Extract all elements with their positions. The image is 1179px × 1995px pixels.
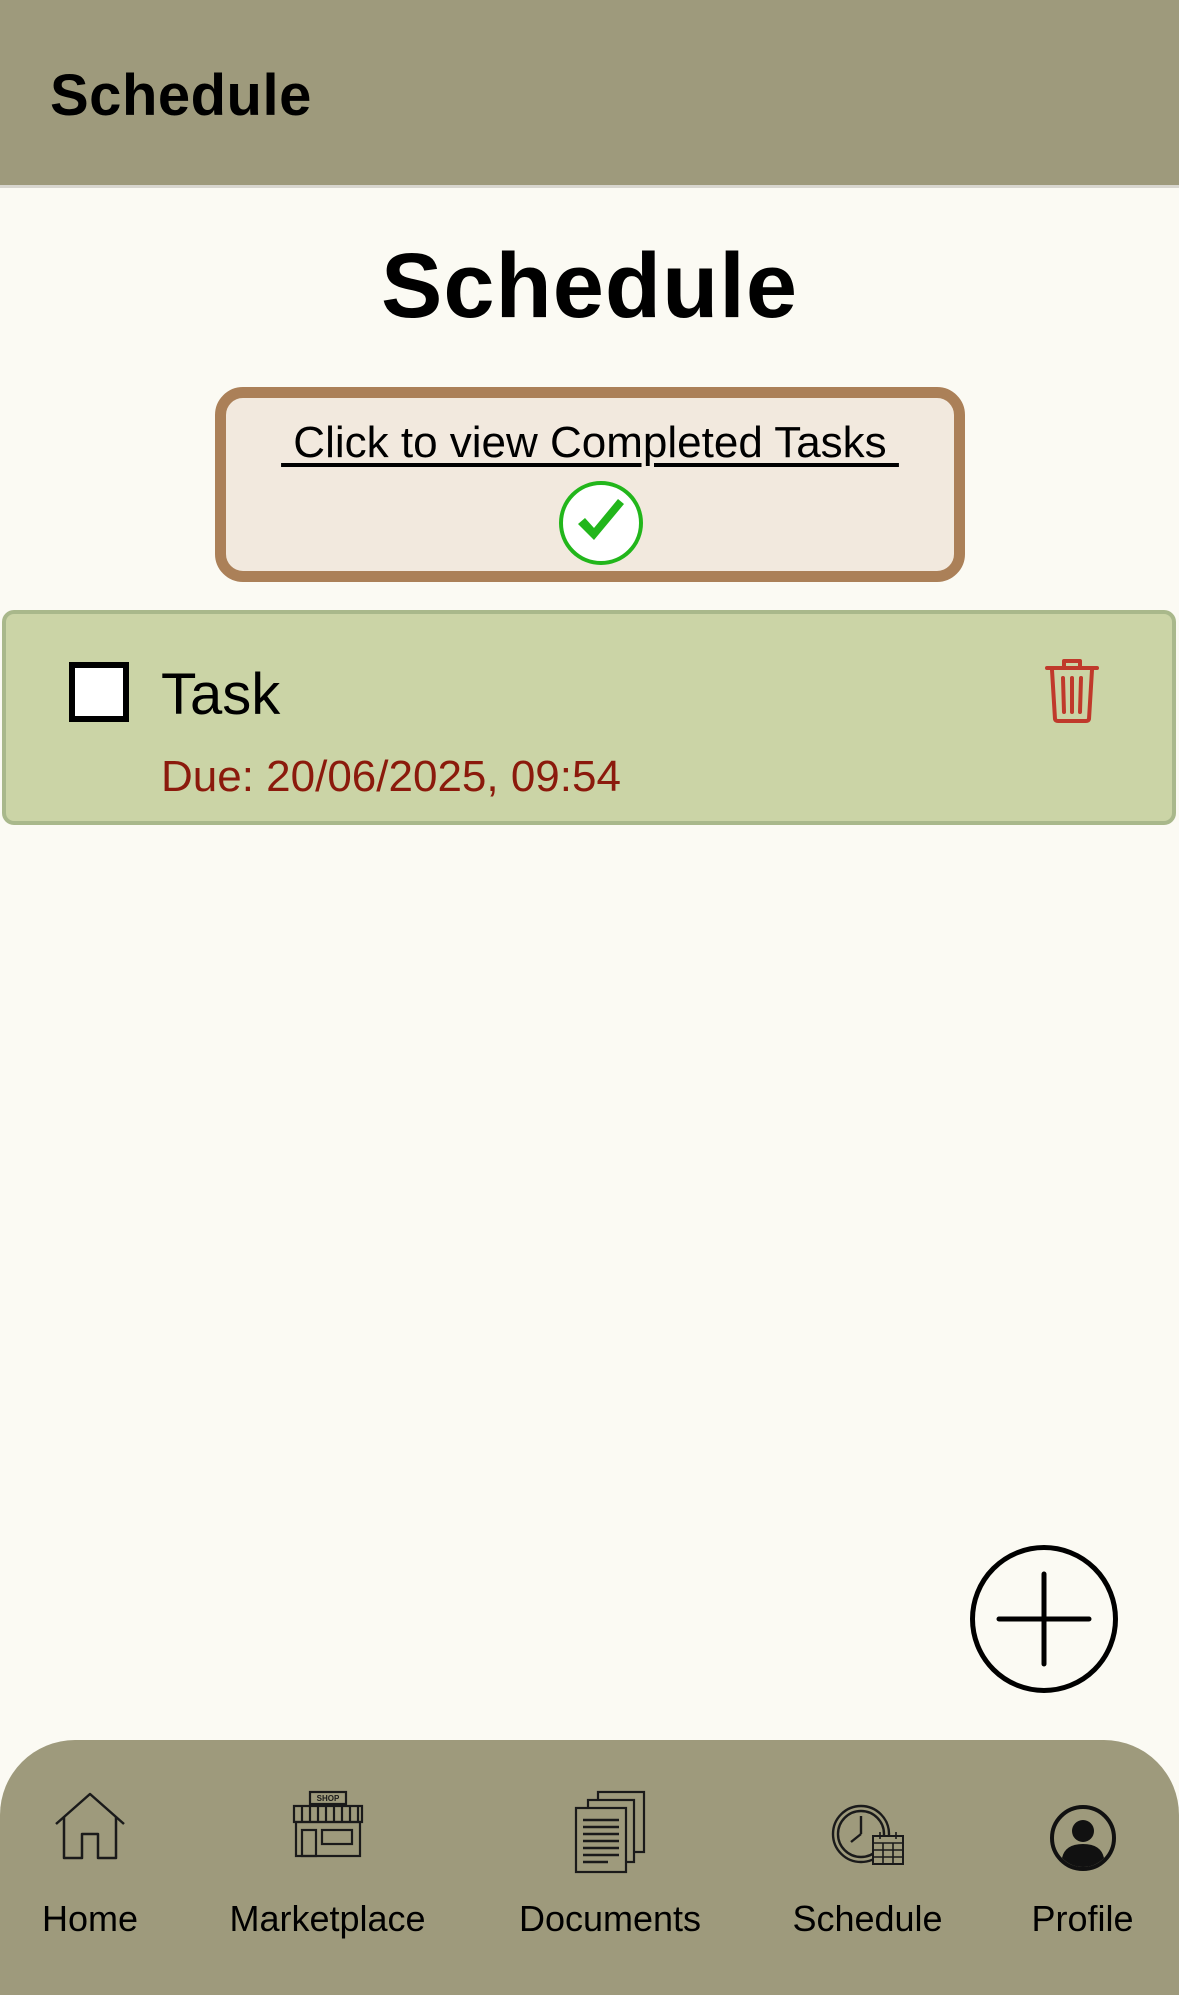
task-title: Task bbox=[161, 662, 281, 727]
nav-label-schedule: Schedule bbox=[792, 1898, 943, 1939]
documents-icon bbox=[574, 1790, 646, 1874]
trash-icon[interactable] bbox=[1044, 658, 1100, 724]
nav-item-documents[interactable]: Documents bbox=[500, 1740, 720, 1995]
check-circle-icon bbox=[559, 481, 643, 565]
view-completed-tasks-button[interactable]: Click to view Completed Tasks bbox=[215, 387, 965, 582]
add-task-button[interactable] bbox=[970, 1545, 1118, 1693]
plus-circle-icon bbox=[996, 1571, 1092, 1667]
nav-item-marketplace[interactable]: SHOP Marketplace bbox=[215, 1740, 440, 1995]
profile-icon bbox=[1049, 1805, 1116, 1871]
clock-calendar-icon bbox=[831, 1804, 904, 1865]
home-icon bbox=[55, 1792, 125, 1860]
task-card: Task Due: 20/06/2025, 09:54 bbox=[2, 610, 1176, 825]
header-title: Schedule bbox=[50, 63, 312, 128]
nav-label-documents: Documents bbox=[518, 1898, 702, 1939]
bottom-nav: Home SHOP Marketplace Documents Schedule… bbox=[0, 1740, 1179, 1995]
task-due-date: Due: 20/06/2025, 09:54 bbox=[161, 752, 621, 801]
nav-item-home[interactable]: Home bbox=[20, 1740, 160, 1995]
nav-label-home: Home bbox=[41, 1898, 139, 1939]
page-title: Schedule bbox=[380, 235, 798, 337]
shop-icon: SHOP bbox=[292, 1790, 363, 1858]
nav-label-profile: Profile bbox=[1031, 1898, 1134, 1939]
nav-item-schedule[interactable]: Schedule bbox=[780, 1740, 955, 1995]
nav-label-marketplace: Marketplace bbox=[229, 1898, 426, 1939]
shop-icon-text: SHOP bbox=[316, 1794, 339, 1803]
nav-item-profile[interactable]: Profile bbox=[1010, 1740, 1155, 1995]
task-checkbox[interactable] bbox=[69, 662, 129, 722]
top-app-bar: Schedule bbox=[0, 0, 1179, 188]
view-completed-tasks-label: Click to view Completed Tasks bbox=[281, 418, 899, 467]
